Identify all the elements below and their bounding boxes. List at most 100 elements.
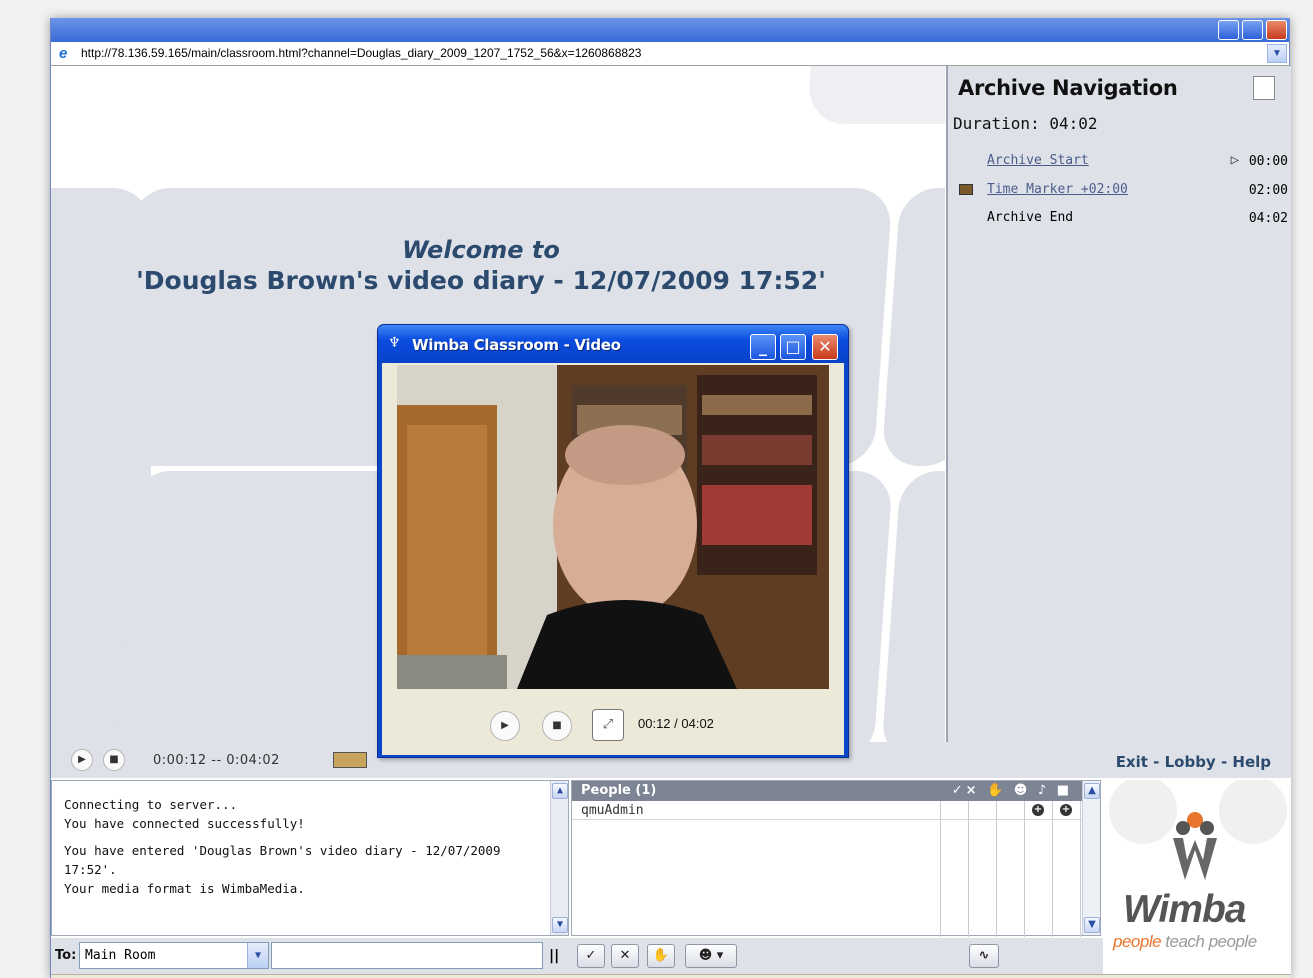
- welcome-message: Welcome to 'Douglas Brown's video diary …: [111, 236, 851, 295]
- address-dropdown-button[interactable]: ▼: [1267, 44, 1287, 63]
- background-tile: [881, 188, 945, 466]
- scroll-down-icon[interactable]: ▼: [552, 917, 568, 933]
- people-header: People (1) ✓× ✋ ☻ ♪ ■: [572, 781, 1100, 801]
- ie-page-icon: e: [59, 45, 68, 62]
- video-window-body: ▶ ■ ⤢ 00:12 / 04:02: [382, 363, 844, 755]
- chevron-down-icon[interactable]: ▼: [247, 943, 268, 968]
- recipient-select[interactable]: Main Room ▼: [79, 942, 269, 969]
- footer-links: Exit - Lobby - Help: [945, 742, 1291, 778]
- link-separator: -: [1215, 753, 1233, 771]
- archive-item[interactable]: Time Marker +02:00 02:00: [948, 179, 1291, 203]
- activity-button[interactable]: ∿: [969, 944, 999, 968]
- column-divider: [996, 801, 997, 937]
- scroll-down-icon[interactable]: ▼: [1084, 917, 1100, 933]
- video-icon[interactable]: ■: [1057, 783, 1072, 798]
- stop-button[interactable]: ■: [103, 749, 125, 771]
- chat-log: Connecting to server... You have connect…: [51, 780, 569, 936]
- room-title: 'Douglas Brown's video diary - 12/07/200…: [136, 266, 826, 295]
- video-window[interactable]: ♆ Wimba Classroom - Video _ □ ✕ ▶ ■ ⤢ 00…: [377, 324, 849, 758]
- add-icon[interactable]: +: [1032, 804, 1044, 816]
- background-tile: [806, 66, 945, 124]
- welcome-heading: Welcome to: [402, 236, 560, 264]
- check-button[interactable]: ✓: [577, 944, 605, 968]
- browser-titlebar: [51, 18, 1289, 42]
- play-button[interactable]: ▶: [71, 749, 93, 771]
- smiley-icon[interactable]: ☻: [1014, 783, 1031, 798]
- minimize-button[interactable]: [1218, 20, 1239, 40]
- archive-item-time: 02:00: [1248, 183, 1288, 198]
- video-frame: [397, 365, 829, 689]
- maximize-button[interactable]: [1242, 20, 1263, 40]
- play-marker-icon: ▷: [1230, 152, 1239, 168]
- help-link[interactable]: Help: [1232, 753, 1271, 771]
- scroll-up-icon[interactable]: ▲: [552, 783, 568, 799]
- column-divider: [1080, 801, 1081, 937]
- camera-icon[interactable]: [333, 752, 367, 768]
- close-button[interactable]: [1266, 20, 1287, 40]
- wimba-app-icon: ♆: [388, 335, 401, 351]
- video-time: 00:12 / 04:02: [638, 716, 714, 731]
- playback-time: 0:00:12 -- 0:04:02: [153, 753, 280, 768]
- emoticon-menu-button[interactable]: ☻ ▾: [685, 944, 737, 968]
- video-controls: ▶ ■ ⤢ 00:12 / 04:02: [382, 689, 844, 755]
- pause-icon[interactable]: ||: [549, 948, 559, 964]
- recipient-value: Main Room: [85, 948, 156, 963]
- archive-item[interactable]: Archive Start ▷ 00:00: [948, 150, 1291, 174]
- column-divider: [1052, 801, 1053, 937]
- wimba-logo: Wimba people teach people: [1103, 780, 1291, 956]
- archive-nav-title: Archive Navigation: [958, 76, 1178, 100]
- tagline-part2: teach people: [1161, 932, 1257, 951]
- lobby-link[interactable]: Lobby: [1165, 753, 1216, 771]
- people-count-label: People (1): [581, 783, 657, 798]
- tagline-part1: people: [1113, 932, 1162, 951]
- video-window-title: Wimba Classroom - Video: [412, 336, 621, 354]
- chat-line: You have connected successfully!: [64, 816, 305, 831]
- column-divider: [940, 801, 941, 937]
- address-url: http://78.136.59.165/main/classroom.html…: [81, 46, 642, 60]
- archive-item-time: 04:02: [1248, 211, 1288, 226]
- brand-tagline: people teach people: [1113, 932, 1257, 952]
- archive-item-label: Archive End: [987, 210, 1074, 225]
- video-window-titlebar[interactable]: ♆ Wimba Classroom - Video _ □ ✕: [378, 325, 848, 363]
- message-input[interactable]: [271, 942, 543, 969]
- background-tile: [880, 471, 945, 742]
- archive-duration: Duration: 04:02: [953, 114, 1098, 133]
- archive-item[interactable]: Archive End 04:02: [948, 207, 1291, 231]
- chat-line: Connecting to server...: [64, 797, 238, 812]
- column-divider: [1024, 801, 1025, 937]
- participant-row[interactable]: qmuAdmin: [572, 801, 1100, 820]
- marker-icon: [959, 184, 973, 195]
- chat-line: Your media format is WimbaMedia.: [64, 881, 305, 896]
- chat-scrollbar[interactable]: ▲ ▼: [550, 781, 568, 935]
- archive-item-label[interactable]: Time Marker +02:00: [987, 182, 1128, 197]
- hand-raise-button[interactable]: ✋: [647, 944, 675, 968]
- fullscreen-icon[interactable]: ⤢: [592, 709, 624, 741]
- brand-name: Wimba: [1123, 888, 1246, 931]
- stop-button[interactable]: ■: [542, 711, 572, 741]
- minimize-button[interactable]: _: [750, 334, 776, 360]
- people-panel: People (1) ✓× ✋ ☻ ♪ ■ qmuAdmin + + ▲ ▼: [571, 780, 1101, 937]
- cross-button[interactable]: ✕: [611, 944, 639, 968]
- maximize-button[interactable]: □: [780, 334, 806, 360]
- message-bar: To: Main Room ▼ || ✓ ✕ ✋ ☻ ▾ ∿: [51, 938, 1103, 974]
- archive-item-time: 00:00: [1248, 154, 1288, 169]
- participant-name: qmuAdmin: [581, 803, 644, 818]
- mic-icon[interactable]: ♪: [1038, 783, 1049, 798]
- play-button[interactable]: ▶: [490, 711, 520, 741]
- scroll-up-icon[interactable]: ▲: [1084, 783, 1100, 799]
- check-cross-icon[interactable]: ✓×: [952, 783, 980, 798]
- people-scrollbar[interactable]: ▲ ▼: [1082, 781, 1100, 935]
- chat-line: You have entered 'Douglas Brown's video …: [64, 843, 501, 877]
- people-column-icons: ✓× ✋ ☻ ♪ ■: [952, 781, 1072, 801]
- add-icon[interactable]: +: [1060, 804, 1072, 816]
- archive-item-label[interactable]: Archive Start: [987, 153, 1089, 168]
- popout-icon[interactable]: [1253, 76, 1275, 100]
- link-separator: -: [1147, 753, 1165, 771]
- close-button[interactable]: ✕: [812, 334, 838, 360]
- exit-link[interactable]: Exit: [1116, 753, 1148, 771]
- address-bar[interactable]: e http://78.136.59.165/main/classroom.ht…: [51, 42, 1289, 66]
- archive-navigation-panel: Archive Navigation Duration: 04:02 Archi…: [946, 66, 1291, 742]
- column-divider: [968, 801, 969, 937]
- video-image: [397, 365, 829, 689]
- hand-icon[interactable]: ✋: [987, 783, 1006, 798]
